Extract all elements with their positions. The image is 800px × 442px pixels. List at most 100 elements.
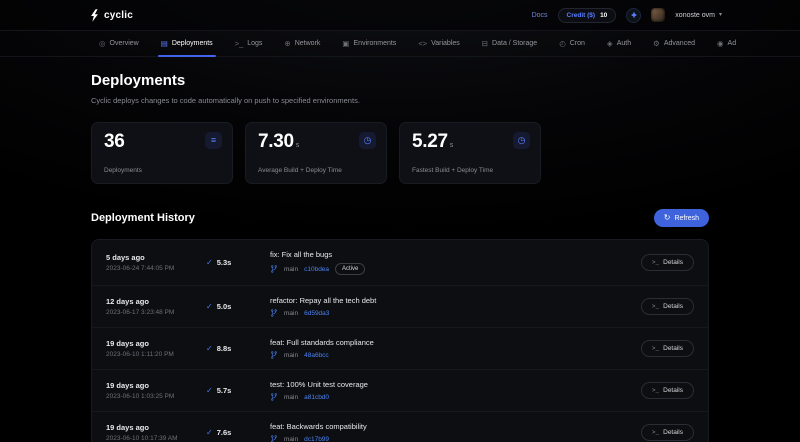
commit-message: fix: Fix all the bugs (270, 250, 641, 259)
details-button[interactable]: >_ Details (641, 340, 694, 357)
tab-label: Environments (354, 40, 397, 47)
tab-label: Overview (110, 40, 139, 47)
tab-variables[interactable]: <> Variables (407, 31, 470, 56)
stat-value: 5.27 (412, 131, 448, 152)
deployment-row: 19 days ago 2023-06-10 1:11:20 PM ✓ 8.8s… (92, 327, 708, 369)
tab-advanced[interactable]: ⚙ Advanced (642, 31, 706, 56)
primary-nav: ◎ Overview ▤ Deployments >_ Logs ⊕ Netwo… (0, 31, 800, 57)
commit-hash-link[interactable]: a81cbd0 (304, 394, 329, 401)
history-section-header: Deployment History ↻ Refresh (91, 209, 709, 227)
globe-icon: ⊕ (284, 40, 290, 48)
user-menu[interactable]: xonoste ovm ▾ (675, 12, 722, 19)
terminal-icon: >_ (235, 40, 244, 48)
tab-label: Logs (247, 40, 262, 47)
commit-message: test: 100% Unit test coverage (270, 380, 641, 389)
details-button[interactable]: >_ Details (641, 254, 694, 271)
main-content: Deployments Cyclic deploys changes to co… (91, 72, 709, 442)
tab-admin[interactable]: ◉ Ad (706, 31, 747, 56)
refresh-icon: ↻ (664, 214, 671, 222)
lightning-bolt-icon (90, 9, 99, 22)
page-title: Deployments (91, 72, 709, 89)
credit-badge[interactable]: Credit ($) 10 (558, 8, 617, 23)
build-duration: 8.8s (217, 344, 232, 353)
tab-overview[interactable]: ◎ Overview (88, 31, 150, 56)
overview-icon: ◎ (99, 40, 106, 48)
git-branch-icon (270, 393, 278, 401)
stat-label: Fastest Build + Deploy Time (412, 167, 493, 174)
page-subtitle: Cyclic deploys changes to code automatic… (91, 96, 709, 105)
stopwatch-icon: ◷ (513, 132, 530, 149)
gear-icon: ⚙ (653, 40, 660, 48)
header-right: Docs Credit ($) 10 xonoste ovm ▾ (532, 8, 722, 23)
active-badge: Active (335, 263, 365, 275)
stat-card-average-time: 7.30s ◷ Average Build + Deploy Time (245, 122, 387, 184)
relative-time: 19 days ago (106, 339, 206, 348)
build-duration: 5.0s (217, 302, 232, 311)
branch-name: main (284, 266, 298, 273)
tab-label: Deployments (172, 40, 213, 47)
tab-label: Cron (570, 40, 585, 47)
deployment-row: 12 days ago 2023-06-17 3:23:48 PM ✓ 5.0s… (92, 285, 708, 327)
logo[interactable]: cyclic (90, 9, 133, 22)
deployment-history-list: 5 days ago 2023-06-24 7:44:05 PM ✓ 5.3s … (91, 239, 709, 442)
details-label: Details (663, 387, 683, 394)
tab-label: Ad (728, 40, 737, 47)
details-label: Details (663, 303, 683, 310)
timestamp: 2023-06-17 3:23:48 PM (106, 309, 206, 316)
check-icon: ✓ (206, 387, 213, 395)
docs-link[interactable]: Docs (532, 12, 548, 19)
tab-auth[interactable]: ◈ Auth (596, 31, 642, 56)
terminal-icon: >_ (652, 429, 659, 436)
details-label: Details (663, 429, 683, 436)
check-icon: ✓ (206, 429, 213, 437)
tab-network[interactable]: ⊕ Network (273, 31, 331, 56)
terminal-icon: >_ (652, 259, 659, 266)
terminal-icon: >_ (652, 345, 659, 352)
commit-hash-link[interactable]: 6d59da3 (304, 310, 329, 317)
terminal-icon: >_ (652, 387, 659, 394)
username: xonoste ovm (675, 12, 715, 19)
stat-value: 7.30 (258, 131, 294, 152)
commit-hash-link[interactable]: dc17b99 (304, 436, 329, 442)
details-label: Details (663, 259, 683, 266)
stopwatch-icon: ◷ (359, 132, 376, 149)
branch-name: main (284, 394, 298, 401)
commit-hash-link[interactable]: c10bdea (304, 266, 329, 273)
tab-data-storage[interactable]: ⊟ Data / Storage (471, 31, 548, 56)
details-button[interactable]: >_ Details (641, 382, 694, 399)
app-window: cyclic Docs Credit ($) 10 xonoste ovm ▾ … (0, 0, 800, 442)
stat-unit: s (450, 142, 453, 149)
stats-row: 36 ≡ Deployments 7.30s ◷ Average Build +… (91, 122, 709, 184)
tab-label: Advanced (664, 40, 695, 47)
logo-text: cyclic (104, 10, 133, 21)
tab-deployments[interactable]: ▤ Deployments (150, 31, 224, 56)
tab-environments[interactable]: ▣ Environments (331, 31, 407, 56)
deployment-row: 19 days ago 2023-06-10 1:03:25 PM ✓ 5.7s… (92, 369, 708, 411)
build-duration: 5.3s (217, 258, 232, 267)
database-icon: ⊟ (482, 40, 488, 48)
refresh-label: Refresh (674, 215, 699, 222)
shield-icon: ◈ (607, 40, 613, 48)
commit-hash-link[interactable]: 48a6bcc (304, 352, 329, 359)
spark-icon-button[interactable] (626, 8, 641, 23)
relative-time: 19 days ago (106, 423, 206, 432)
details-button[interactable]: >_ Details (641, 424, 694, 441)
avatar[interactable] (651, 8, 665, 22)
timestamp: 2023-06-24 7:44:05 PM (106, 265, 206, 272)
commit-message: feat: Full standards compliance (270, 338, 641, 347)
branch-name: main (284, 310, 298, 317)
commit-message: refactor: Repay all the tech debt (270, 296, 641, 305)
chevron-down-icon: ▾ (719, 12, 722, 18)
refresh-button[interactable]: ↻ Refresh (654, 209, 709, 227)
code-brackets-icon: <> (418, 40, 427, 48)
person-icon: ◉ (717, 40, 724, 48)
tab-label: Auth (617, 40, 631, 47)
details-button[interactable]: >_ Details (641, 298, 694, 315)
tab-logs[interactable]: >_ Logs (224, 31, 274, 56)
tab-cron[interactable]: ◴ Cron (548, 31, 596, 56)
top-bar: cyclic Docs Credit ($) 10 xonoste ovm ▾ (0, 0, 800, 31)
git-branch-icon (270, 435, 278, 442)
relative-time: 12 days ago (106, 297, 206, 306)
clock-icon: ◴ (559, 40, 566, 48)
stat-unit: s (296, 142, 299, 149)
